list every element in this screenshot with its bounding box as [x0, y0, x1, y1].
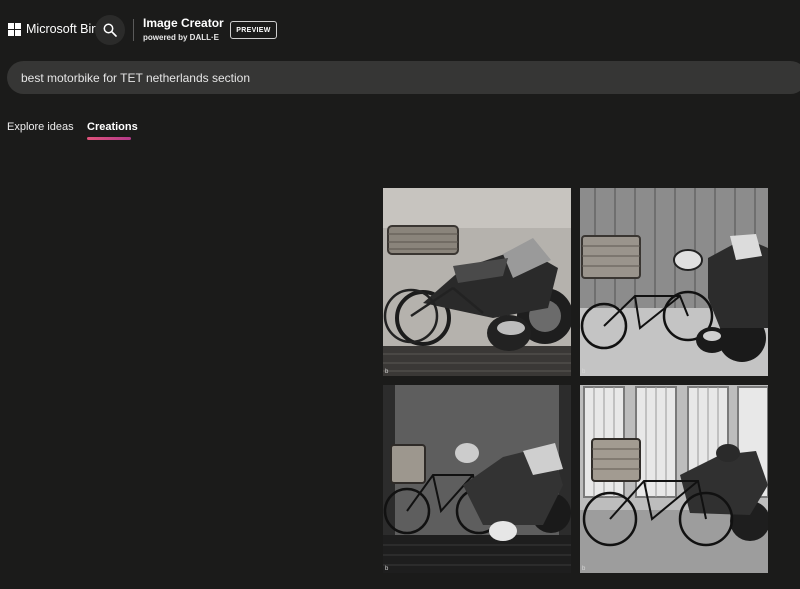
generated-image-1[interactable]: b: [383, 188, 571, 376]
generated-image-3[interactable]: b: [383, 385, 571, 573]
search-button[interactable]: [95, 15, 125, 45]
generated-image-4[interactable]: b: [580, 385, 768, 573]
search-icon: [103, 23, 117, 37]
prompt-input-text: best motorbike for TET netherlands secti…: [21, 71, 251, 85]
header-divider: [133, 19, 134, 41]
image-watermark: b: [385, 369, 389, 375]
image-watermark: b: [582, 566, 586, 572]
brand-name[interactable]: Microsoft Bing: [26, 22, 105, 36]
prompt-input[interactable]: best motorbike for TET netherlands secti…: [7, 61, 800, 94]
generated-image-2[interactable]: b: [580, 188, 768, 376]
app-subtitle: powered by DALL·E: [143, 33, 220, 42]
active-tab-indicator: [87, 137, 131, 140]
tab-explore-ideas[interactable]: Explore ideas: [7, 121, 74, 133]
app-title[interactable]: Image Creator: [143, 16, 224, 30]
header: Microsoft Bing Image Creator powered by …: [0, 0, 800, 60]
preview-badge: PREVIEW: [230, 21, 277, 39]
image-watermark: b: [385, 566, 389, 572]
tab-creations[interactable]: Creations: [87, 121, 138, 133]
microsoft-logo-icon[interactable]: [8, 23, 21, 36]
image-watermark: b: [582, 369, 586, 375]
